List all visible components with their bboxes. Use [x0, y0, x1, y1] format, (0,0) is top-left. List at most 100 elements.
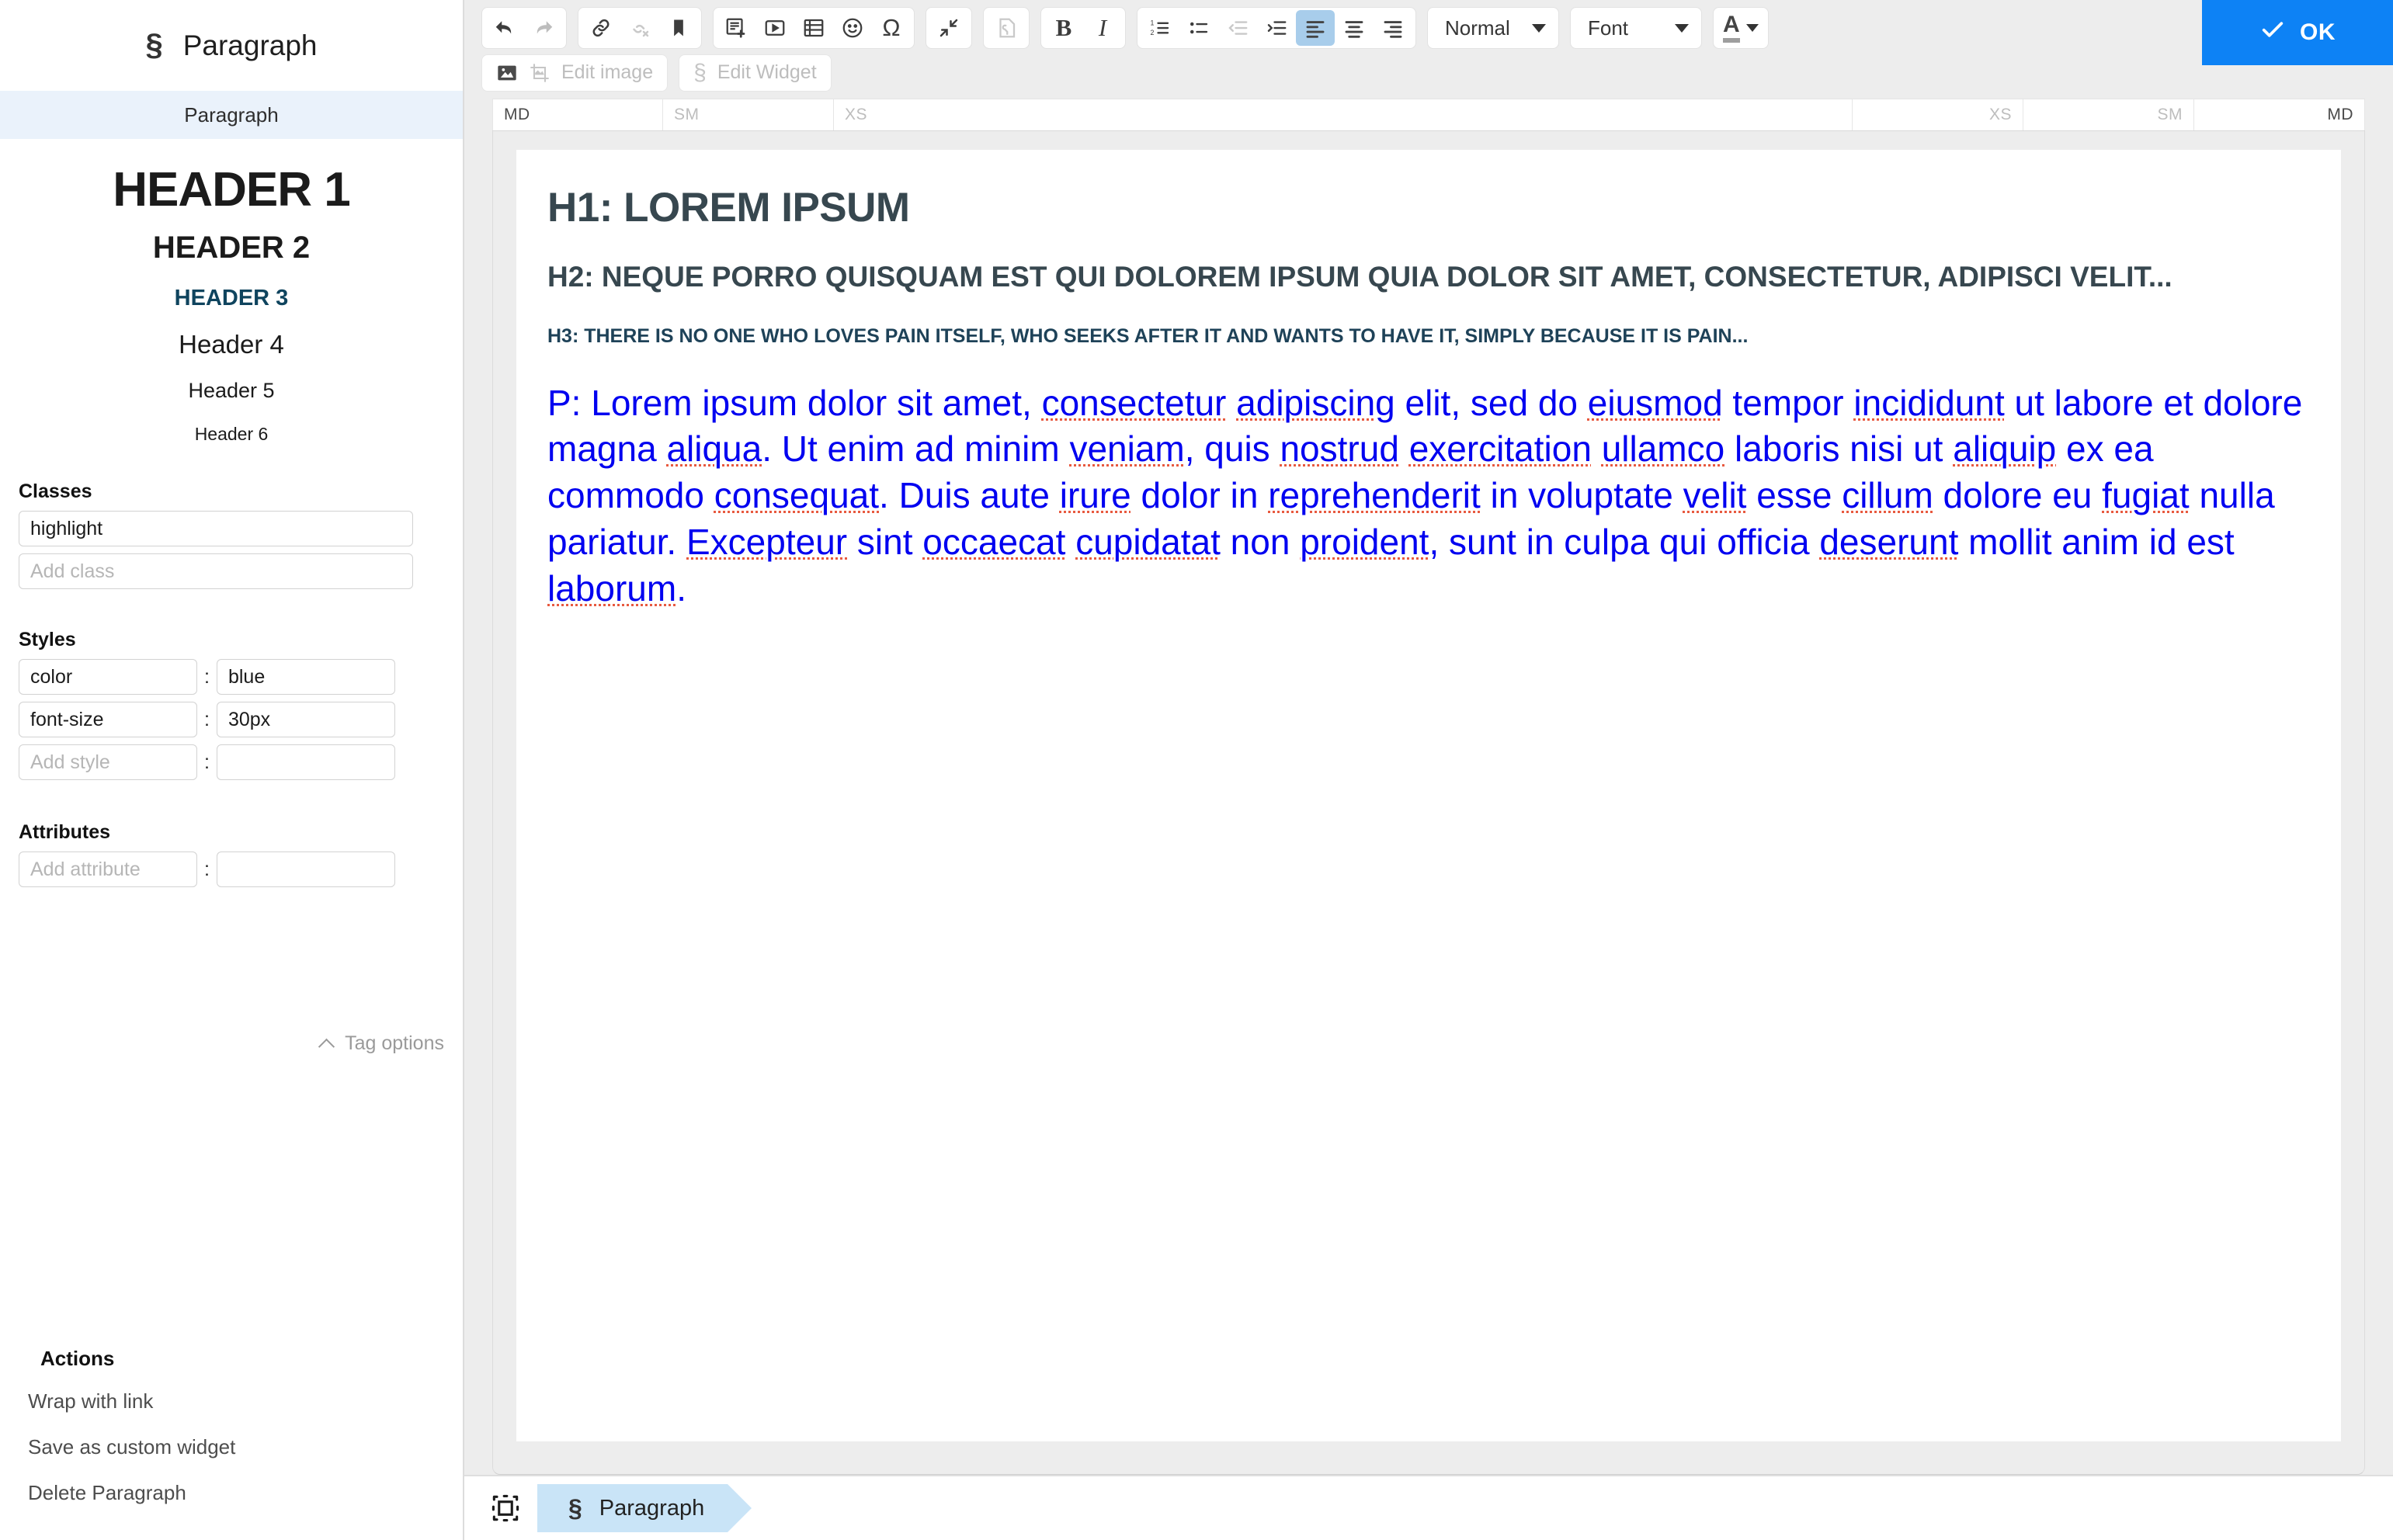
- unlink-icon[interactable]: [620, 10, 659, 46]
- paragraph-format-group: 1 2: [1137, 7, 1416, 49]
- align-left-icon[interactable]: [1296, 10, 1335, 46]
- document-h3[interactable]: H3: THERE IS NO ONE WHO LOVES PAIN ITSEL…: [547, 324, 2310, 349]
- chevron-down-icon: [1745, 24, 1759, 32]
- style-name-input-font-size[interactable]: font-size: [19, 702, 197, 738]
- format-select[interactable]: Normal: [1427, 7, 1559, 49]
- widget-frame-icon[interactable]: [481, 1484, 530, 1532]
- header-style-h4[interactable]: Header 4: [0, 330, 463, 359]
- actions-section: Actions Wrap with link Save as custom wi…: [0, 1347, 463, 1516]
- ruler-sm-left[interactable]: SM: [663, 99, 834, 130]
- add-class-input[interactable]: Add class: [19, 553, 413, 590]
- breadcrumb-paragraph[interactable]: § Paragraph: [537, 1484, 752, 1532]
- bulleted-list-icon[interactable]: [1179, 10, 1218, 46]
- chevron-down-icon: [1532, 23, 1546, 33]
- tag-options-label: Tag options: [345, 1032, 444, 1054]
- undo-icon[interactable]: [485, 10, 524, 46]
- header-style-h5[interactable]: Header 5: [0, 379, 463, 403]
- numbered-list-icon[interactable]: 1 2: [1141, 10, 1179, 46]
- special-character-icon[interactable]: Ω: [872, 10, 911, 46]
- toolbar: Ω B I 1 2 Normal Font A Edit image § Edi…: [464, 0, 2393, 94]
- svg-text:2: 2: [1151, 29, 1155, 36]
- document-h1[interactable]: H1: LOREM IPSUM: [547, 184, 2310, 231]
- list-icon[interactable]: [794, 10, 833, 46]
- editor-canvas: H1: LOREM IPSUM H2: NEQUE PORRO QUISQUAM…: [492, 131, 2365, 1475]
- image-icon: [496, 62, 518, 84]
- add-style-name-input[interactable]: Add style: [19, 744, 197, 781]
- italic-button[interactable]: I: [1083, 10, 1122, 46]
- sidebar-tab-paragraph[interactable]: Paragraph: [0, 91, 463, 139]
- add-attribute-name-input[interactable]: Add attribute: [19, 852, 197, 888]
- document-h2[interactable]: H2: NEQUE PORRO QUISQUAM EST QUI DOLOREM…: [547, 259, 2310, 294]
- ok-label: OK: [2300, 19, 2336, 45]
- style-value-input-font-size[interactable]: 30px: [216, 702, 395, 738]
- history-group: [481, 7, 567, 49]
- section-sign-icon: §: [568, 1493, 582, 1522]
- font-select-value: Font: [1588, 16, 1629, 40]
- ruler-md-right[interactable]: MD: [2194, 99, 2365, 130]
- ruler-sm-right[interactable]: SM: [2023, 99, 2194, 130]
- link-icon[interactable]: [582, 10, 620, 46]
- header-style-h2[interactable]: HEADER 2: [0, 231, 463, 265]
- insert-template-icon[interactable]: [717, 10, 755, 46]
- ruler-xs-right[interactable]: XS: [1853, 99, 2023, 130]
- text-color-glyph: A: [1723, 13, 1740, 43]
- collapse-icon[interactable]: [929, 10, 968, 46]
- bookmark-icon[interactable]: [659, 10, 698, 46]
- editor-main: Ω B I 1 2 Normal Font A Edit image § Edi…: [464, 0, 2393, 1540]
- video-icon[interactable]: [755, 10, 794, 46]
- format-select-value: Normal: [1445, 16, 1510, 40]
- action-save-as-custom-widget[interactable]: Save as custom widget: [0, 1424, 463, 1470]
- omega-glyph: Ω: [882, 14, 901, 41]
- header-style-h6[interactable]: Header 6: [0, 424, 463, 445]
- style-row: font-size : 30px: [0, 702, 463, 744]
- sidebar-title-label: Paragraph: [182, 29, 318, 61]
- header-style-h1[interactable]: HEADER 1: [0, 163, 463, 217]
- bold-button[interactable]: B: [1044, 10, 1083, 46]
- chevron-up-icon: [320, 1036, 335, 1052]
- breadcrumb-label: Paragraph: [599, 1495, 705, 1521]
- chevron-down-icon: [1675, 23, 1689, 33]
- ok-button[interactable]: OK: [2202, 0, 2393, 65]
- attributes-section: Attributes Add attribute :: [0, 821, 463, 894]
- add-attribute-row: Add attribute :: [0, 852, 463, 894]
- editor-root: § Paragraph Paragraph HEADER 1 HEADER 2 …: [0, 0, 2393, 1540]
- toolbar-row-secondary: Edit image § Edit Widget: [464, 50, 2393, 94]
- class-value-row: highlight: [0, 511, 463, 553]
- class-value-input[interactable]: highlight: [19, 511, 413, 547]
- text-color-button[interactable]: A: [1713, 7, 1769, 49]
- classes-section: Classes highlight Add class: [0, 480, 463, 596]
- header-style-h3[interactable]: HEADER 3: [0, 286, 463, 311]
- source-code-icon[interactable]: [987, 10, 1026, 46]
- section-sign-icon: §: [145, 28, 163, 62]
- action-wrap-with-link[interactable]: Wrap with link: [0, 1379, 463, 1424]
- redo-icon[interactable]: [524, 10, 563, 46]
- add-attribute-value-input[interactable]: [216, 852, 395, 888]
- bold-label: B: [1055, 14, 1072, 41]
- edit-image-button[interactable]: Edit image: [481, 54, 669, 92]
- styles-label: Styles: [19, 629, 76, 651]
- edit-widget-button[interactable]: § Edit Widget: [679, 54, 832, 92]
- section-sign-icon: §: [693, 59, 707, 85]
- outdent-icon[interactable]: [1218, 10, 1257, 46]
- document-paragraph[interactable]: P: Lorem ipsum dolor sit amet, consectet…: [547, 380, 2310, 612]
- insert-group: Ω: [713, 7, 915, 49]
- align-right-icon[interactable]: [1374, 10, 1412, 46]
- action-delete-paragraph[interactable]: Delete Paragraph: [0, 1470, 463, 1516]
- emoji-icon[interactable]: [833, 10, 872, 46]
- header-style-list: HEADER 1 HEADER 2 HEADER 3 Header 4 Head…: [0, 139, 463, 445]
- link-group: [578, 7, 702, 49]
- attribute-colon: :: [204, 858, 210, 880]
- indent-icon[interactable]: [1257, 10, 1296, 46]
- style-name-input-color[interactable]: color: [19, 659, 197, 695]
- align-center-icon[interactable]: [1335, 10, 1374, 46]
- edit-widget-label: Edit Widget: [717, 61, 817, 83]
- element-inspector-sidebar: § Paragraph Paragraph HEADER 1 HEADER 2 …: [0, 0, 464, 1540]
- font-select[interactable]: Font: [1570, 7, 1702, 49]
- tag-options-toggle[interactable]: Tag options: [320, 1032, 444, 1055]
- add-style-value-input[interactable]: [216, 744, 395, 781]
- add-class-row: Add class: [0, 553, 463, 596]
- document-page[interactable]: H1: LOREM IPSUM H2: NEQUE PORRO QUISQUAM…: [516, 150, 2341, 1441]
- ruler-xs-left[interactable]: XS: [834, 99, 1853, 130]
- style-value-input-color[interactable]: blue: [216, 659, 395, 695]
- ruler-md-left[interactable]: MD: [492, 99, 663, 130]
